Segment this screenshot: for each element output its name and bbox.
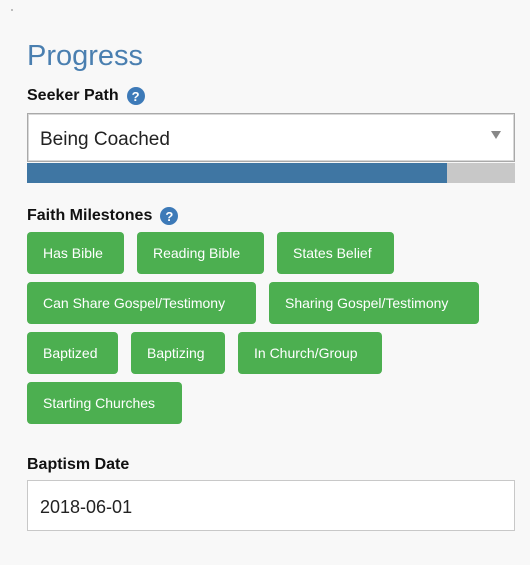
seeker-path-label: Seeker Path [27,87,119,104]
milestone-starting-churches-button[interactable]: Starting Churches [27,382,182,424]
dropdown-caret-icon [491,131,501,139]
milestone-can-share-gospel-button[interactable]: Can Share Gospel/Testimony [27,282,256,324]
baptism-date-label-row: Baptism Date [27,456,129,474]
milestone-baptized-button[interactable]: Baptized [27,332,118,374]
baptism-date-label: Baptism Date [27,456,130,473]
seeker-path-label-row: Seeker Path ? [27,87,145,105]
seeker-path-select[interactable]: Being Coached [27,113,515,162]
corner-dot [11,9,13,11]
faith-milestones-label: Faith Milestones [27,207,153,224]
section-title: Progress [27,40,144,72]
seeker-path-progress-bar [27,163,515,183]
seeker-path-help-icon[interactable]: ? [126,87,145,105]
milestone-in-church-group-button[interactable]: In Church/Group [238,332,382,374]
milestone-sharing-gospel-button[interactable]: Sharing Gospel/Testimony [269,282,479,324]
baptism-date-input[interactable]: 2018-06-01 [27,480,515,531]
faith-milestones-help-icon[interactable]: ? [160,207,179,225]
milestone-baptizing-button[interactable]: Baptizing [131,332,225,374]
faith-milestones-label-row: Faith Milestones ? [27,207,179,225]
milestone-reading-bible-button[interactable]: Reading Bible [137,232,264,274]
seeker-path-selected-value: Being Coached [40,129,170,150]
progress-bar-fill [27,163,447,183]
milestone-has-bible-button[interactable]: Has Bible [27,232,124,274]
milestone-states-belief-button[interactable]: States Belief [277,232,394,274]
baptism-date-value: 2018-06-01 [40,497,133,517]
